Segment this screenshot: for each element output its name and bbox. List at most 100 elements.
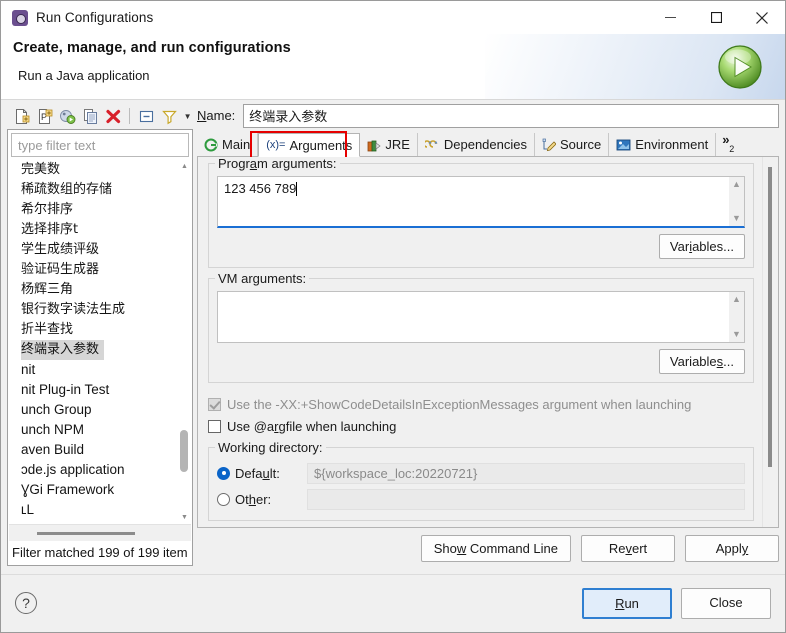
use-argfile-checkbox[interactable] (208, 419, 221, 433)
apply-button[interactable]: Apply (685, 535, 779, 562)
run-button[interactable]: Run (582, 588, 672, 619)
close-button-titlebar[interactable] (739, 1, 785, 34)
tab-dependencies[interactable]: Dependencies (417, 133, 535, 156)
collapse-all-icon[interactable] (136, 105, 156, 127)
tab-main[interactable]: Main (197, 133, 259, 156)
list-item[interactable]: 选择排序t (8, 220, 192, 240)
tree-horizontal-scrollbar[interactable] (9, 524, 191, 541)
tab-source[interactable]: Source (535, 133, 610, 156)
working-dir-other-radio[interactable] (217, 492, 230, 506)
tab-jre-label: JRE (385, 137, 410, 152)
tab-arguments[interactable]: (x)= Arguments (258, 133, 361, 157)
program-arguments-input[interactable]: 123 456 789 ▲ ▼ (217, 176, 745, 228)
tree-scroll-up-icon[interactable]: ▲ (180, 162, 189, 171)
working-dir-other-path[interactable] (307, 488, 745, 510)
close-button[interactable]: Close (681, 588, 771, 619)
configurations-toolbar: P ▼ (7, 103, 193, 129)
program-arguments-variables-button[interactable]: Variables... (658, 234, 745, 259)
dialog-footer: ? Run Close (1, 574, 785, 632)
filter-icon[interactable] (159, 105, 179, 127)
tabs-host: Main (x)= Arguments JRE Dependencies Sou… (197, 131, 779, 160)
configurations-pane: P ▼ type filter text 完美数 稀疏数组的存储 希尔排序 选择… (7, 103, 193, 566)
tree-vertical-scrollbar[interactable]: ▲ ▼ (178, 160, 191, 524)
toolbar-separator (129, 108, 131, 124)
list-item[interactable]: 希尔排序 (8, 200, 192, 220)
working-directory-group: Working directory: Default: ${workspace_… (208, 440, 754, 521)
vm-arguments-legend: VM arguments: (215, 271, 310, 286)
show-command-line-button[interactable]: Show Command Line (420, 535, 571, 562)
list-item[interactable]: ƔGi Framework (8, 480, 192, 500)
tree-scroll-down-icon[interactable]: ▼ (180, 513, 189, 522)
list-item[interactable]: aven Build (8, 440, 192, 460)
list-item[interactable]: unch Group (8, 400, 192, 420)
minimize-button[interactable] (647, 1, 693, 34)
revert-button[interactable]: Revert (581, 535, 675, 562)
vm-arguments-scrollbar[interactable]: ▲ ▼ (729, 292, 744, 342)
configuration-editor-pane: Name: 终端录入参数 Main (x)= Arguments JRE Dep… (197, 103, 779, 566)
vm-arguments-input[interactable]: ▲ ▼ (217, 291, 745, 343)
program-args-scroll-down-icon[interactable]: ▼ (732, 214, 741, 223)
list-item[interactable]: 稀疏数组的存储 (8, 180, 192, 200)
use-argfile-label: Use @argfile when launching (227, 418, 397, 434)
environment-tab-icon (616, 138, 631, 152)
program-arguments-value: 123 456 789 (224, 181, 297, 196)
name-input-value: 终端录入参数 (249, 110, 328, 125)
run-play-icon (717, 44, 763, 90)
maximize-button[interactable] (693, 1, 739, 34)
new-configuration-icon[interactable] (11, 105, 31, 127)
new-prototype-icon[interactable]: P (34, 105, 54, 127)
list-item[interactable]: 完美数 (8, 160, 192, 180)
tree-scroll-thumb[interactable] (180, 430, 188, 472)
filter-input[interactable]: type filter text (11, 133, 189, 157)
tab-overflow-button[interactable]: » 2 (716, 133, 735, 156)
arguments-tab-panel: Program arguments: 123 456 789 ▲ ▼ Varia (197, 157, 779, 528)
tab-jre[interactable]: JRE (360, 133, 418, 156)
list-item[interactable]: ʟL (8, 500, 192, 520)
list-item[interactable]: nit (8, 360, 192, 380)
tree-hscroll-thumb[interactable] (37, 532, 135, 535)
use-argfile-checkbox-row[interactable]: Use @argfile when launching (208, 415, 754, 437)
list-item[interactable]: 杨辉三角 (8, 280, 192, 300)
show-code-details-checkbox-row[interactable]: Use the -XX:+ShowCodeDetailsInExceptionM… (208, 393, 754, 415)
title-bar: Run Configurations (1, 1, 785, 34)
vm-args-scroll-up-icon[interactable]: ▲ (732, 295, 741, 304)
vm-args-scroll-down-icon[interactable]: ▼ (732, 330, 741, 339)
name-row: Name: 终端录入参数 (197, 103, 779, 128)
tab-environment-label: Environment (635, 137, 709, 152)
configurations-tree[interactable]: 完美数 稀疏数组的存储 希尔排序 选择排序t 学生成绩评级 验证码生成器 杨辉三角 银行数字读… (8, 160, 192, 524)
vm-arguments-variables-button[interactable]: Variables... (658, 349, 745, 374)
list-item[interactable]: unch NPM (8, 420, 192, 440)
working-dir-other-row[interactable]: Other: (217, 486, 745, 512)
list-item[interactable]: 学生成绩评级 (8, 240, 192, 260)
window-controls (647, 1, 785, 34)
working-dir-default-row[interactable]: Default: ${workspace_loc:20220721} (217, 460, 745, 486)
arguments-panel-scroll-thumb[interactable] (768, 167, 772, 467)
toolbar-menu-caret-icon[interactable]: ▼ (182, 106, 193, 126)
vm-arguments-group: VM arguments: ▲ ▼ Variables... (208, 271, 754, 383)
program-args-scroll-up-icon[interactable]: ▲ (732, 180, 741, 189)
delete-icon[interactable] (103, 105, 123, 127)
list-item[interactable]: 终端录入参数 (21, 340, 105, 360)
tab-main-label: Main (222, 137, 251, 152)
show-code-details-checkbox (208, 397, 221, 411)
list-item[interactable]: 验证码生成器 (8, 260, 192, 280)
configurations-tree-box: type filter text 完美数 稀疏数组的存储 希尔排序 选择排序t 学生成绩… (7, 129, 193, 566)
program-arguments-legend: Program arguments: (215, 157, 340, 171)
help-icon[interactable]: ? (15, 592, 37, 614)
program-arguments-scrollbar[interactable]: ▲ ▼ (729, 177, 744, 226)
name-input[interactable]: 终端录入参数 (243, 103, 779, 128)
dialog-header: Create, manage, and run configurations R… (1, 34, 785, 100)
page-subtitle: Run a Java application (18, 68, 150, 83)
duplicate-icon[interactable] (80, 105, 100, 127)
main-tab-icon (204, 138, 218, 152)
list-item[interactable]: 银行数字读法生成 (8, 300, 192, 320)
arguments-scroll-area: Program arguments: 123 456 789 ▲ ▼ Varia (198, 157, 762, 527)
tab-dependencies-label: Dependencies (443, 137, 527, 152)
export-icon[interactable] (57, 105, 77, 127)
list-item[interactable]: nit Plug-in Test (8, 380, 192, 400)
working-dir-default-radio[interactable] (217, 466, 230, 480)
arguments-panel-scrollbar[interactable] (762, 157, 778, 527)
list-item[interactable]: 折半查找 (8, 320, 192, 340)
tab-environment[interactable]: Environment (609, 133, 717, 156)
list-item[interactable]: ɔde.js application (8, 460, 192, 480)
